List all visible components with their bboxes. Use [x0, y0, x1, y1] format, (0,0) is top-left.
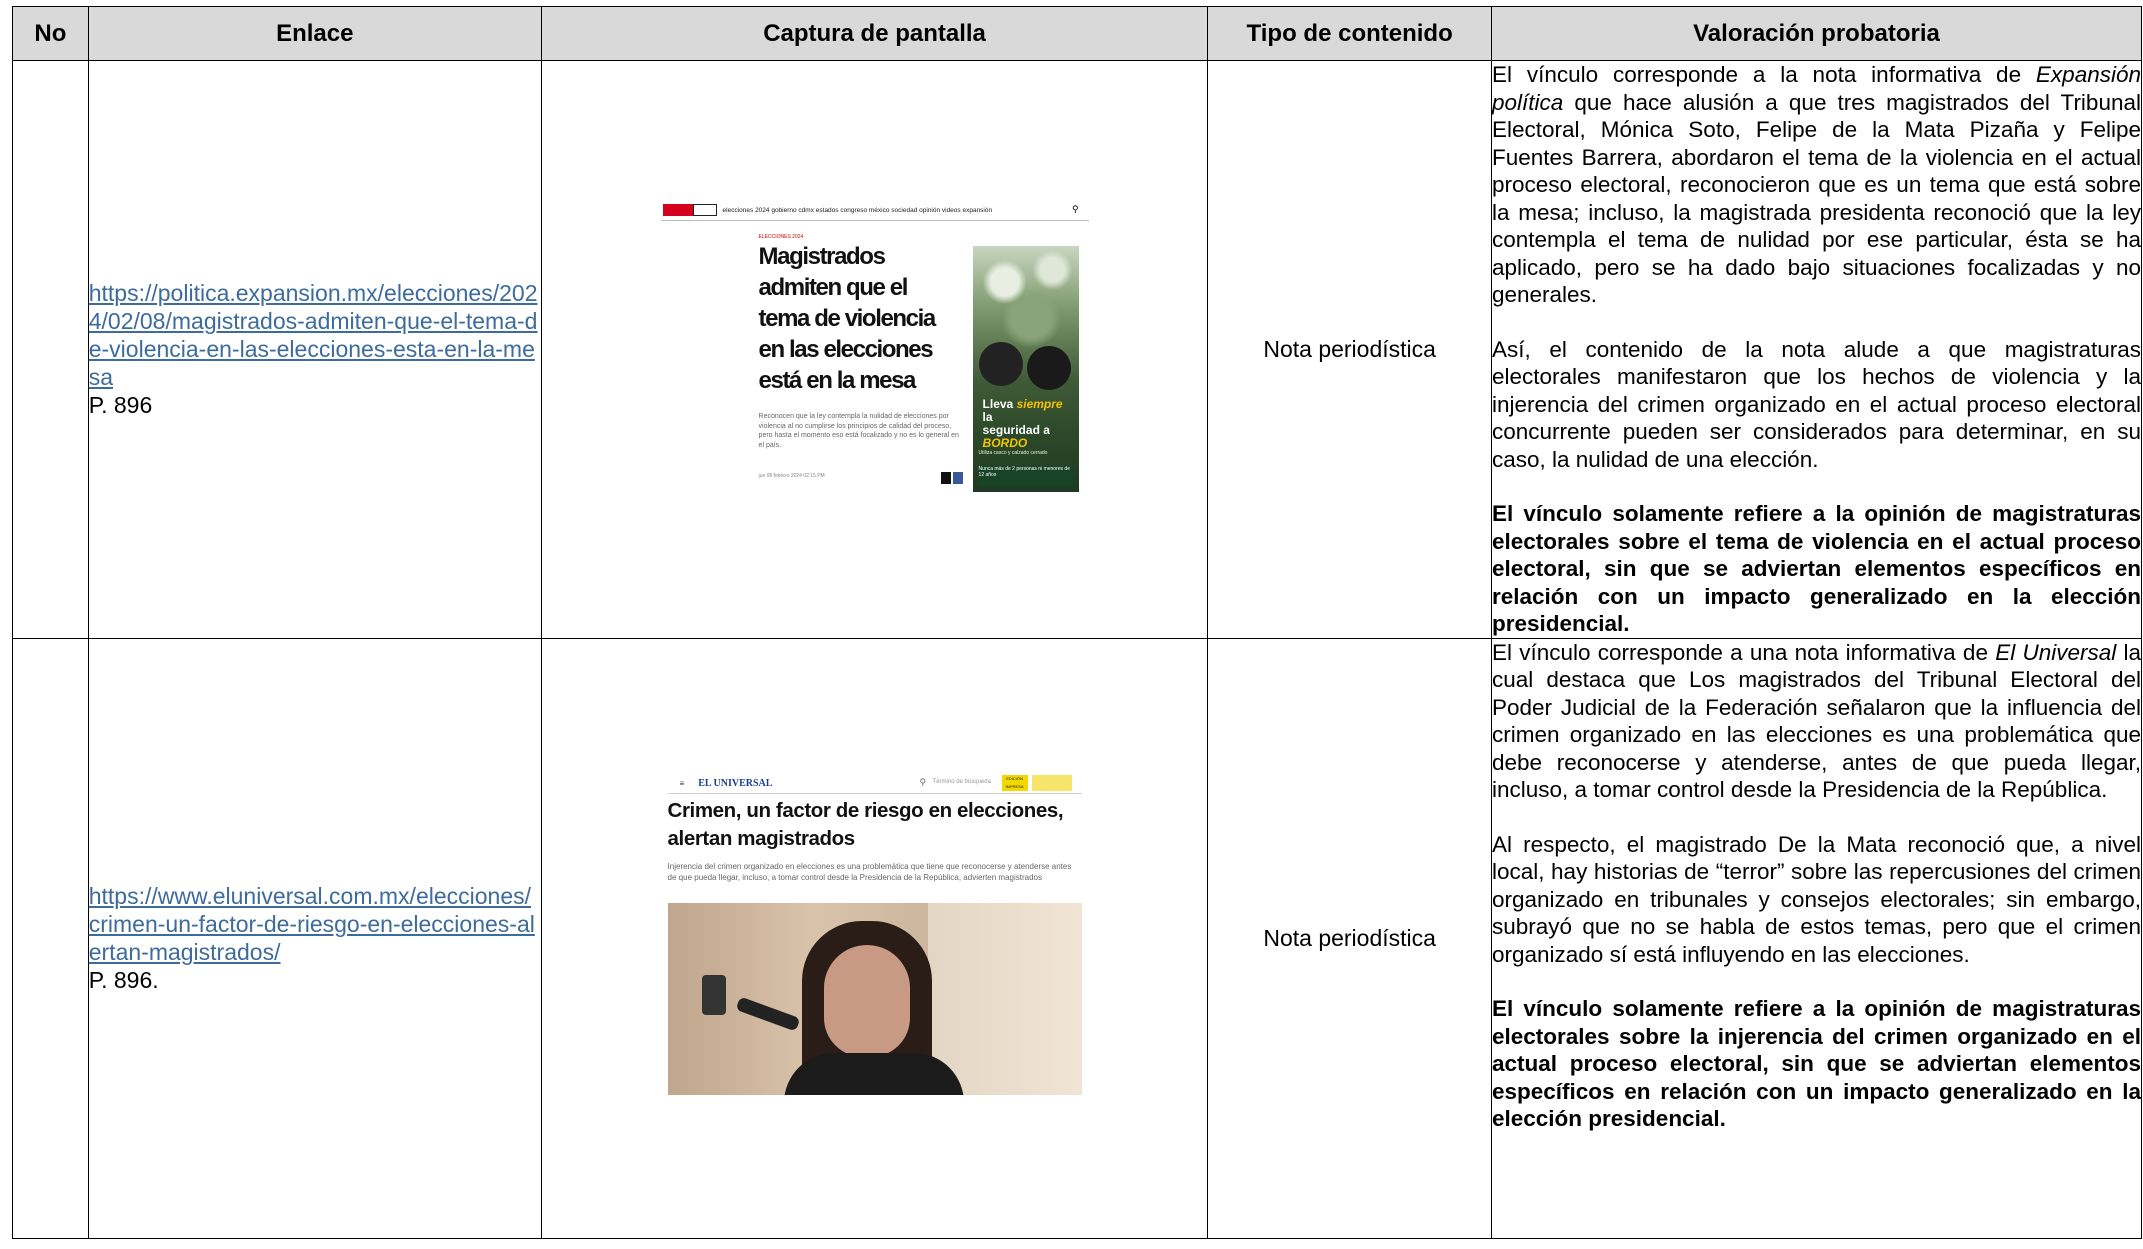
microphone-shape	[735, 996, 801, 1032]
motorcycle-rider-shape	[978, 342, 1023, 387]
newspaper-badge	[1031, 775, 1072, 791]
header-enlace: Enlace	[87, 6, 542, 61]
table-row: https://www.eluniversal.com.mx/eleccione…	[12, 637, 2143, 1239]
motorcycle-rider-shape	[1026, 346, 1071, 391]
content-type-cell: Nota periodística	[1207, 637, 1492, 1239]
evidentiary-value-cell: El vínculo corresponde a la nota informa…	[1490, 60, 2143, 639]
valuation-paragraph: El vínculo corresponde a una nota inform…	[1491, 639, 2142, 803]
valuation-conclusion: El vínculo solamente refiere a la opinió…	[1491, 501, 2141, 636]
article-screenshot: ≡ EL UNIVERSAL ⚲ Término de búsqueda EDI…	[667, 773, 1082, 1103]
link-cell: https://www.eluniversal.com.mx/eleccione…	[87, 637, 542, 1239]
article-link[interactable]: https://www.eluniversal.com.mx/eleccione…	[89, 882, 541, 966]
header-tipo: Tipo de contenido	[1207, 6, 1492, 61]
header-valoracion: Valoración probatoria	[1490, 6, 2143, 61]
article-headline: Magistrados admiten que el tema de viole…	[758, 243, 937, 395]
evidence-table: No Enlace Captura de pantalla Tipo de co…	[12, 6, 2143, 1239]
article-summary: Reconocen que la ley contempla la nulida…	[758, 413, 959, 449]
facebook-share-icon	[952, 472, 963, 485]
site-navbar: elecciones 2024 gobierno cdmx estados co…	[660, 200, 1089, 222]
advertisement-image: Lleva siempre la seguridad a BORDO Utili…	[972, 246, 1079, 493]
search-icon: ⚲	[919, 777, 927, 787]
table-header-row: No Enlace Captura de pantalla Tipo de co…	[12, 6, 2143, 61]
evidentiary-value-cell: El vínculo corresponde a una nota inform…	[1490, 637, 2143, 1239]
ad-fine-print: Utiliza casco y calzado cerrado	[978, 450, 1048, 457]
article-date: jue 08 febrero 2024 02:15 PM	[758, 473, 825, 480]
row-number-cell	[12, 60, 89, 639]
x-share-icon	[940, 472, 951, 485]
link-cell: https://politica.expansion.mx/elecciones…	[87, 60, 542, 639]
search-placeholder: Término de búsqueda	[932, 779, 991, 785]
page-reference: P. 896.	[88, 967, 159, 993]
row-number-cell	[12, 637, 89, 1239]
article-photo	[667, 903, 1082, 1095]
site-logo: EL UNIVERSAL	[698, 777, 773, 789]
article-summary: Injerencia del crimen organizado en elec…	[667, 862, 1072, 882]
header-captura: Captura de pantalla	[540, 6, 1209, 61]
article-kicker: ELECCIONES 2024	[758, 234, 804, 241]
person-body-shape	[783, 1053, 964, 1095]
screenshot-cell: ≡ EL UNIVERSAL ⚲ Término de búsqueda EDI…	[540, 637, 1209, 1239]
valuation-paragraph: Así, el contenido de la nota alude a que…	[1491, 336, 2141, 472]
table-row: https://politica.expansion.mx/elecciones…	[12, 60, 2143, 639]
share-icons	[940, 472, 963, 485]
site-logo	[662, 204, 717, 217]
page-reference: P. 896	[88, 392, 153, 419]
microphone-shape	[701, 975, 726, 1015]
valuation-conclusion: El vínculo solamente refiere a la opinió…	[1491, 996, 2141, 1131]
ad-note-box: Nunca más de 2 personas ni menores de 12…	[978, 466, 1073, 487]
header-no: No	[12, 6, 89, 61]
search-icon: ⚲	[1071, 204, 1079, 215]
article-screenshot: elecciones 2024 gobierno cdmx estados co…	[660, 196, 1089, 503]
valuation-paragraph: Al respecto, el magistrado De la Mata re…	[1491, 831, 2141, 967]
valuation-paragraph: El vínculo corresponde a la nota informa…	[1491, 62, 2141, 307]
print-edition-badge: EDICIÓN IMPRESA	[1001, 775, 1028, 791]
article-headline: Crimen, un factor de riesgo en eleccione…	[667, 799, 1064, 850]
site-nav-items: elecciones 2024 gobierno cdmx estados co…	[722, 206, 993, 214]
screenshot-cell: elecciones 2024 gobierno cdmx estados co…	[540, 60, 1209, 639]
article-link[interactable]: https://politica.expansion.mx/elecciones…	[89, 279, 541, 391]
menu-icon: ≡	[679, 778, 685, 788]
site-navbar: ≡ EL UNIVERSAL ⚲ Término de búsqueda EDI…	[667, 773, 1082, 794]
ad-slogan: Lleva siempre la seguridad a BORDO	[982, 397, 1063, 451]
person-face-shape	[823, 945, 910, 1057]
content-type-cell: Nota periodística	[1207, 60, 1492, 639]
